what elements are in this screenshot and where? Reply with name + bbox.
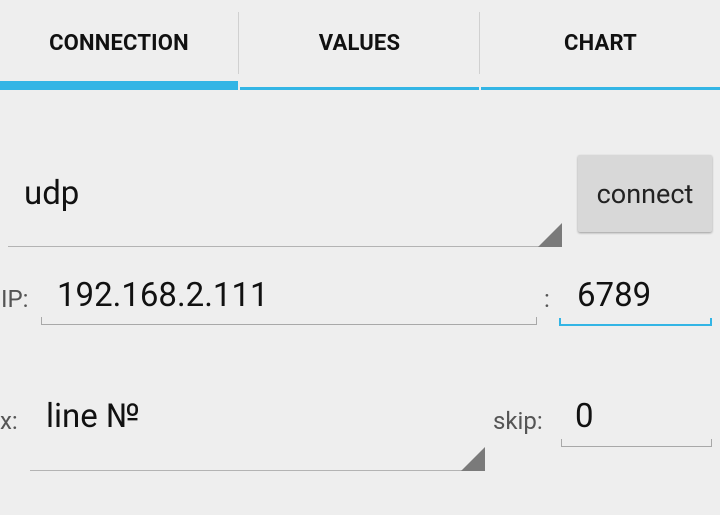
port-input[interactable]: 6789 — [559, 270, 712, 326]
skip-input[interactable]: 0 — [561, 393, 712, 447]
ip-input-underline — [41, 324, 537, 325]
tab-divider — [238, 12, 239, 74]
x-axis-spinner[interactable]: line № — [30, 380, 485, 471]
x-axis-value: line № — [46, 397, 140, 436]
skip-input-tick-right — [711, 439, 712, 447]
port-input-tick-left — [559, 318, 561, 326]
ip-label: IP: — [1, 285, 29, 313]
tab-connection[interactable]: CONNECTION — [0, 0, 238, 92]
ip-input-tick-right — [536, 317, 537, 325]
tab-connection-label: CONNECTION — [49, 31, 189, 56]
port-separator: : — [544, 285, 550, 313]
ip-value: 192.168.2.111 — [57, 276, 269, 315]
tab-values-indicator — [240, 87, 479, 90]
protocol-value: udp — [24, 174, 80, 213]
dropdown-corner-icon — [538, 223, 562, 247]
port-input-underline — [559, 324, 712, 326]
tab-values-label: VALUES — [318, 31, 401, 56]
connect-button[interactable]: connect — [578, 155, 712, 232]
tab-connection-indicator — [0, 81, 238, 90]
x-axis-underline — [30, 470, 485, 471]
ip-input-tick-left — [41, 317, 42, 325]
ip-input[interactable]: 192.168.2.111 — [41, 270, 537, 325]
tab-chart-indicator — [481, 87, 720, 90]
x-label: x: — [0, 407, 18, 435]
skip-value: 0 — [575, 397, 594, 436]
skip-input-underline — [561, 446, 712, 447]
skip-input-tick-left — [561, 439, 562, 447]
tab-values[interactable]: VALUES — [240, 0, 479, 92]
dropdown-corner-icon — [461, 447, 485, 471]
tab-bar: CONNECTION VALUES CHART — [0, 0, 720, 92]
port-input-tick-right — [710, 318, 712, 326]
protocol-underline — [8, 246, 562, 247]
tab-divider — [479, 12, 480, 74]
protocol-spinner[interactable]: udp — [8, 150, 562, 247]
tab-chart[interactable]: CHART — [481, 0, 720, 92]
skip-label: skip: — [493, 407, 543, 435]
tab-chart-label: CHART — [564, 31, 637, 56]
port-value: 6789 — [577, 276, 652, 315]
